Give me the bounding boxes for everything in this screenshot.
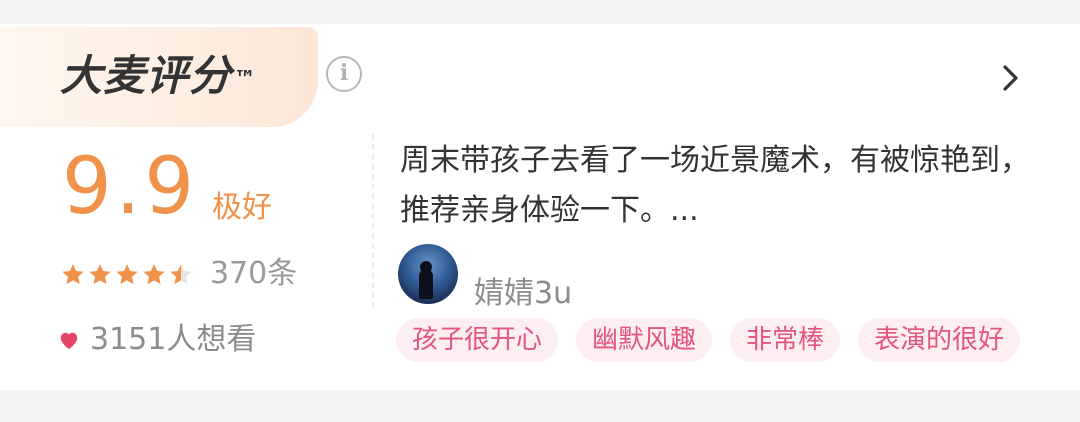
tag-chip[interactable]: 表演的很好 [858, 318, 1021, 362]
rating-label: 极好 [212, 190, 272, 225]
star-icon [89, 264, 111, 285]
want-count: 3151人想看 [90, 322, 257, 357]
avatar[interactable] [398, 244, 458, 304]
tag-chip[interactable]: 孩子很开心 [396, 318, 559, 362]
info-circle-icon[interactable]: i [326, 56, 362, 92]
star-icon [116, 264, 138, 285]
tag-chip[interactable]: 非常棒 [730, 318, 841, 362]
star-rating [60, 262, 194, 292]
divider [372, 134, 374, 308]
star-icon [62, 264, 84, 285]
star-half-icon [170, 264, 192, 285]
rating-count: 370条 [210, 256, 298, 291]
trademark: ™ [234, 67, 258, 92]
heart-icon [60, 332, 78, 350]
chevron-right-icon[interactable] [1000, 64, 1022, 92]
tag-list: 孩子很开心 幽默风趣 非常棒 表演的很好 [396, 318, 1021, 362]
star-icon [143, 264, 165, 285]
user-name[interactable]: 婧婧3u [474, 274, 572, 314]
brand-title-text: 大麦评分 [60, 51, 233, 100]
review-text[interactable]: 周末带孩子去看了一场近景魔术，有被惊艳到，推荐亲身体验一下。... [400, 136, 1030, 236]
rating-card[interactable]: 大麦评分™ i 9.9 极好 370条 3151人想看 周末带孩子去看了一场近景… [0, 24, 1080, 390]
rating-score: 9.9 [62, 142, 199, 232]
brand-title: 大麦评分™ [60, 51, 257, 101]
brand-banner: 大麦评分™ [0, 27, 318, 127]
tag-chip[interactable]: 幽默风趣 [576, 318, 713, 362]
